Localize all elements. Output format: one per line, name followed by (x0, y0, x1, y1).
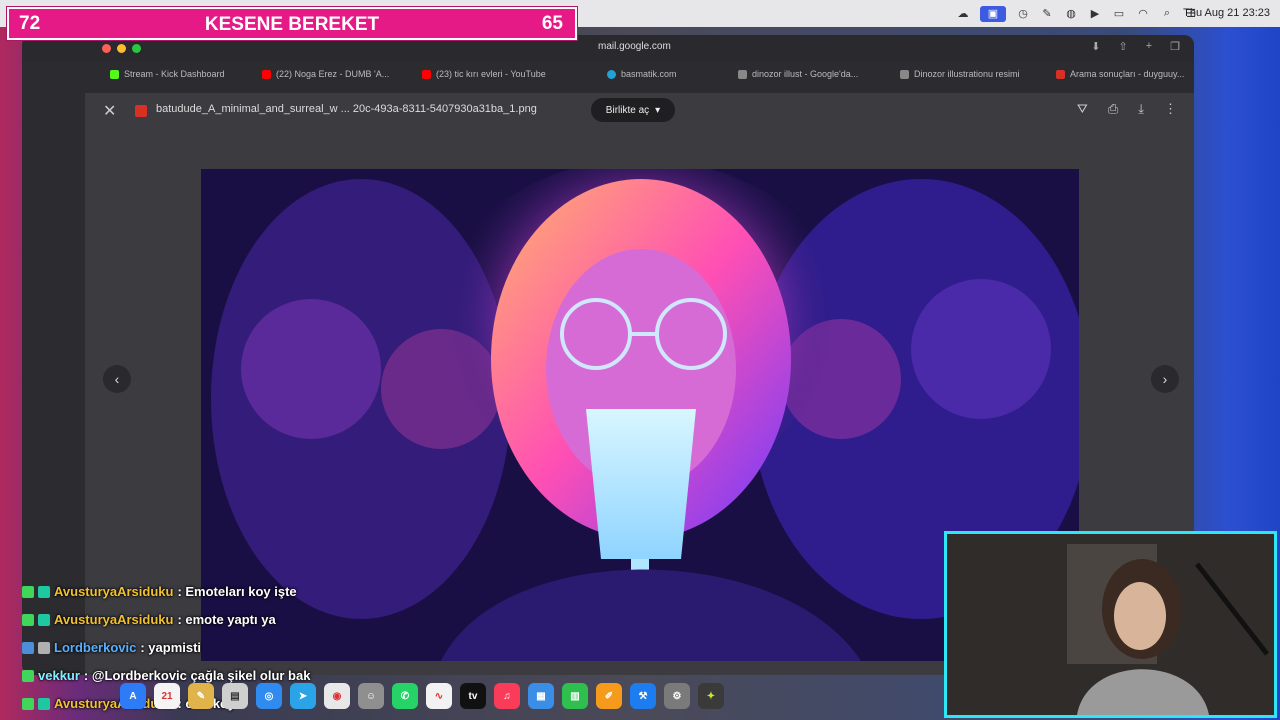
chat-message: Lordberkovic : yapmisti (22, 640, 201, 655)
files-icon[interactable]: ▤ (222, 683, 248, 709)
chat-message: AvusturyaArsiduku : Emoteları koy işte (22, 584, 297, 599)
macos-dock: A 21 ✎ ▤ ◎ ➤ ◉ ☺ ✆ ∿ tv ♫ ▦ ▥ ✐ ⚒ ⚙ ✦ (100, 680, 940, 712)
zoom-window-button[interactable] (132, 44, 141, 53)
tab-kick-dashboard[interactable]: Stream - Kick Dashboard (110, 69, 225, 79)
previous-image-button[interactable]: ‹ (103, 365, 131, 393)
scoreboard-title: KESENE BEREKET (204, 14, 380, 35)
print-icon[interactable]: ⎙ (1108, 101, 1118, 117)
tab-youtube-noga-erez[interactable]: (22) Noga Erez - DUMB 'A... (262, 69, 389, 79)
brush-icon[interactable]: ✦ (698, 683, 724, 709)
window-controls (102, 44, 141, 53)
sub-badge-icon (22, 613, 34, 626)
telegram-icon[interactable]: ➤ (290, 683, 316, 709)
chat-text: : yapmisti (140, 640, 202, 655)
chat-message: AvusturyaArsiduku : emote yaptı ya (22, 612, 276, 627)
open-with-button[interactable]: Birlikte aç ▾ (591, 98, 675, 122)
drive-add-icon[interactable]: ⛛ (1077, 101, 1088, 117)
file-name: batudude_A_minimal_and_surreal_w ... 20c… (156, 103, 537, 115)
more-icon[interactable]: ⋮ (1164, 101, 1177, 117)
finder-icon[interactable]: ☺ (358, 683, 384, 709)
zoom-controls: − ⌕ + (616, 671, 694, 676)
tabs-overview-icon[interactable]: ❐ (1170, 40, 1180, 53)
user-badge-icon (38, 641, 50, 654)
vip-badge-icon (38, 585, 50, 598)
share-icon[interactable]: ⇧ (1118, 40, 1127, 53)
vip-badge-icon (38, 613, 50, 626)
tab-basmatik[interactable]: basmatik.com (607, 69, 677, 79)
safari-icon[interactable]: ◎ (256, 683, 282, 709)
xcode-icon[interactable]: ⚒ (630, 683, 656, 709)
menubar-clock[interactable]: Thu Aug 21 23:23 (1183, 7, 1270, 19)
notes-icon[interactable]: ✎ (188, 683, 214, 709)
tab-dinozor-google[interactable]: dinozor illust - Google'da... (738, 69, 858, 79)
chat-text: : Emoteları koy işte (177, 584, 297, 599)
water-icon[interactable]: ◍ (1064, 8, 1078, 20)
google-icon (738, 69, 747, 79)
wifi-icon[interactable]: ◠ (1136, 8, 1150, 20)
chat-username[interactable]: vekkur (38, 668, 80, 683)
battery-icon[interactable]: ▭ (1112, 8, 1126, 20)
chat-username[interactable]: Lordberkovic (54, 640, 136, 655)
moderator-badge-icon (22, 641, 34, 654)
chrome-icon[interactable]: ◉ (324, 683, 350, 709)
gmail-icon (1056, 69, 1065, 79)
calendar-icon[interactable]: 21 (154, 683, 180, 709)
whatsapp-icon[interactable]: ✆ (392, 683, 418, 709)
clock-icon[interactable]: ◷ (1016, 8, 1030, 20)
chat-username[interactable]: AvusturyaArsiduku (54, 584, 173, 599)
close-window-button[interactable] (102, 44, 111, 53)
kick-icon (110, 69, 119, 79)
zoom-out-icon[interactable]: − (624, 674, 632, 675)
screen-share-icon[interactable]: ▣ (980, 5, 1006, 22)
download-icon[interactable]: ⤓ (1138, 101, 1144, 117)
viewer-actions: ⛛ ⎙ ⤓ ⋮ (1077, 101, 1177, 117)
right-score: 65 (541, 12, 563, 34)
page-icon (900, 69, 909, 79)
image-file-icon (135, 105, 147, 117)
vip-badge-icon (38, 697, 50, 710)
youtube-icon (422, 69, 431, 79)
tab-youtube-tic-kiri[interactable]: (23) tic kırı evleri - YouTube (422, 69, 546, 79)
tab-bar: Stream - Kick Dashboard (22) Noga Erez -… (22, 65, 1194, 87)
download-icon[interactable]: ⬇ (1091, 40, 1100, 53)
youtube-icon (262, 69, 271, 79)
next-image-button[interactable]: › (1151, 365, 1179, 393)
play-icon[interactable]: ▶ (1088, 8, 1102, 20)
globe-icon (607, 69, 616, 79)
numbers-icon[interactable]: ▥ (562, 683, 588, 709)
chevron-down-icon: ▾ (655, 104, 661, 116)
url-field[interactable]: mail.google.com (598, 41, 671, 52)
browser-actions: ⬇ ⇧ + ❐ (1091, 40, 1180, 53)
viewer-toolbar: ✕ batudude_A_minimal_and_surreal_w ... 2… (85, 93, 1194, 127)
stocks-icon[interactable]: ∿ (426, 683, 452, 709)
sub-badge-icon (22, 697, 34, 710)
cloud-icon[interactable]: ☁ (956, 8, 970, 20)
chat-text: : emote yaptı ya (177, 612, 276, 627)
webcam-feed (944, 531, 1277, 718)
keynote-icon[interactable]: ▦ (528, 683, 554, 709)
tv-icon[interactable]: tv (460, 683, 486, 709)
tab-gmail-search[interactable]: Arama sonuçları - duyguuy... (1056, 69, 1184, 79)
tab-dinozor-illustration[interactable]: Dinozor illustrationu resimi (900, 69, 1020, 79)
app-store-icon[interactable]: A (120, 683, 146, 709)
search-icon[interactable]: ⌕ (1160, 7, 1174, 20)
zoom-in-icon[interactable]: + (678, 674, 686, 675)
paint-icon[interactable]: ✎ (1040, 8, 1054, 20)
zoom-reset-icon[interactable]: ⌕ (651, 674, 659, 676)
scoreboard-banner: 72 KESENE BEREKET 65 (7, 7, 577, 40)
new-tab-icon[interactable]: + (1146, 40, 1152, 53)
minimize-window-button[interactable] (117, 44, 126, 53)
sub-badge-icon (22, 585, 34, 598)
streamer-camera-image (947, 534, 1274, 715)
settings-icon[interactable]: ⚙ (664, 683, 690, 709)
chat-username[interactable]: AvusturyaArsiduku (54, 612, 173, 627)
music-icon[interactable]: ♫ (494, 683, 520, 709)
close-icon[interactable]: ✕ (103, 101, 116, 121)
sub-badge-icon (22, 669, 34, 682)
pages-icon[interactable]: ✐ (596, 683, 622, 709)
